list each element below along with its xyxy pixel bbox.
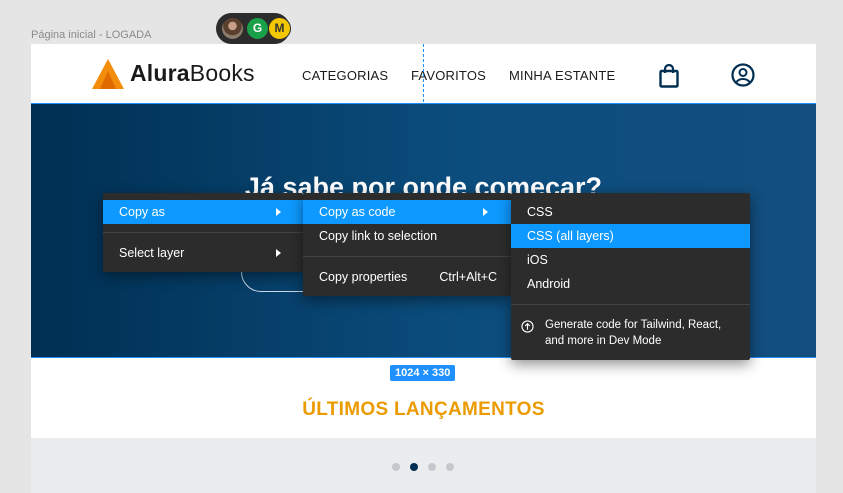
nav-minha-estante[interactable]: MINHA ESTANTE (509, 68, 615, 83)
copy-as-submenu: Copy as code Copy link to selection Copy… (303, 193, 511, 296)
menu-item-copy-properties[interactable]: Copy properties Ctrl+Alt+C (303, 265, 511, 289)
user-profile-icon[interactable] (731, 63, 755, 87)
copy-as-code-submenu: CSS CSS (all layers) iOS Android Generat… (511, 193, 750, 360)
menu-shortcut: Ctrl+Alt+C (439, 270, 497, 284)
site-header: AluraBooks CATEGORIAS FAVORITOS MINHA ES… (31, 44, 816, 104)
context-menu: Copy as Select layer (103, 193, 303, 272)
collaborator-avatar-g[interactable]: G (246, 17, 269, 40)
menu-item-label: Copy as code (319, 205, 396, 219)
arrow-up-circle-icon (521, 320, 534, 333)
menu-item-ios[interactable]: iOS (511, 248, 750, 272)
menu-item-select-layer[interactable]: Select layer (103, 241, 303, 265)
menu-item-label: CSS (527, 205, 553, 219)
submenu-arrow-icon (276, 208, 281, 216)
menu-item-copy-link[interactable]: Copy link to selection (303, 224, 511, 248)
carousel-dot[interactable] (428, 463, 436, 471)
carousel (31, 438, 816, 493)
menu-item-label: Copy properties (319, 270, 408, 284)
shopping-bag-icon[interactable] (659, 64, 679, 88)
collaborator-avatar-photo[interactable] (221, 17, 244, 40)
menu-divider (103, 232, 303, 233)
menu-item-label: Android (527, 277, 571, 291)
nav-categorias[interactable]: CATEGORIAS (302, 68, 388, 83)
submenu-arrow-icon (483, 208, 488, 216)
generate-code-text: Generate code for Tailwind, React, and m… (545, 319, 722, 347)
section-title: ÚLTIMOS LANÇAMENTOS (302, 399, 545, 420)
menu-item-label: CSS (all layers) (527, 229, 614, 243)
logo-icon (92, 59, 124, 89)
carousel-dot-active[interactable] (410, 463, 418, 471)
menu-divider (511, 304, 750, 305)
menu-divider (303, 256, 511, 257)
measure-guide (423, 44, 424, 102)
carousel-dot[interactable] (392, 463, 400, 471)
menu-item-copy-as[interactable]: Copy as (103, 200, 303, 224)
menu-item-label: Select layer (119, 246, 185, 260)
logo-text: AluraBooks (130, 60, 255, 86)
collaborator-avatars[interactable]: G M (216, 13, 291, 44)
menu-item-label: Copy as (119, 205, 165, 219)
menu-item-label: Copy link to selection (319, 229, 438, 243)
frame-label: Página inicial - LOGADA (31, 29, 152, 41)
submenu-arrow-icon (276, 249, 281, 257)
selection-size-badge: 1024 × 330 (390, 365, 456, 381)
alurabooks-logo[interactable]: AluraBooks (92, 58, 262, 92)
menu-item-css[interactable]: CSS (511, 200, 750, 224)
collaborator-avatar-m[interactable]: M (268, 17, 291, 40)
menu-item-copy-as-code[interactable]: Copy as code (303, 200, 511, 224)
carousel-dot[interactable] (446, 463, 454, 471)
menu-item-label: iOS (527, 253, 548, 267)
menu-item-css-all-layers[interactable]: CSS (all layers) (511, 224, 750, 248)
menu-item-android[interactable]: Android (511, 272, 750, 296)
